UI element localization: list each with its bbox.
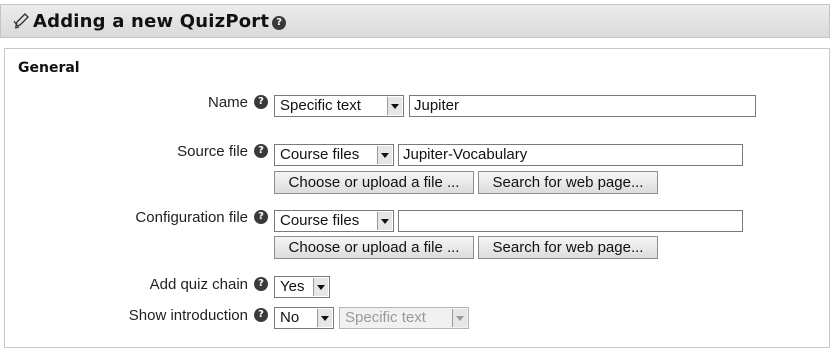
name-label-row: Name? (208, 94, 268, 111)
config-file-input[interactable] (398, 210, 743, 232)
page-title: Adding a new QuizPort (33, 10, 270, 32)
page-header: Adding a new QuizPort ? (0, 4, 830, 38)
show-intro-source-select: Specific text (339, 307, 469, 329)
section-legend[interactable]: General (18, 60, 80, 76)
help-icon[interactable]: ? (254, 94, 268, 109)
config-search-web-button[interactable]: Search for web page... (478, 236, 658, 259)
chevron-down-icon (452, 309, 467, 327)
config-file-label: Configuration file (135, 209, 248, 226)
show-intro-select-value: No (280, 309, 300, 326)
chevron-down-icon[interactable] (387, 97, 402, 115)
help-icon[interactable]: ? (254, 143, 268, 158)
source-file-location-select[interactable]: Course files (274, 144, 394, 166)
source-file-location-value: Course files (280, 146, 360, 163)
help-icon[interactable]: ? (254, 209, 268, 224)
edit-pencil-icon (13, 13, 29, 29)
show-intro-select[interactable]: No (274, 307, 334, 329)
help-icon[interactable]: ? (254, 276, 268, 291)
help-icon[interactable]: ? (272, 15, 287, 30)
chevron-down-icon[interactable] (313, 278, 328, 296)
config-choose-upload-button[interactable]: Choose or upload a file ... (274, 236, 474, 259)
show-intro-label-row: Show introduction? (129, 307, 268, 324)
chevron-down-icon[interactable] (377, 146, 392, 164)
general-fieldset (4, 48, 830, 348)
source-file-input[interactable]: Jupiter-Vocabulary (398, 144, 743, 166)
show-intro-label: Show introduction (128, 307, 248, 324)
name-label: Name (207, 94, 248, 111)
source-file-label: Source file (177, 143, 248, 160)
source-choose-upload-button[interactable]: Choose or upload a file ... (274, 171, 474, 194)
config-file-label-row: Configuration file? (135, 209, 268, 226)
source-search-web-button[interactable]: Search for web page... (478, 171, 658, 194)
quiz-chain-select[interactable]: Yes (274, 276, 330, 298)
help-icon[interactable]: ? (254, 307, 268, 322)
quiz-chain-select-value: Yes (280, 278, 305, 295)
quiz-chain-label-row: Add quiz chain? (150, 276, 268, 293)
name-source-select-value: Specific text (280, 97, 361, 114)
chevron-down-icon[interactable] (377, 212, 392, 230)
config-file-location-value: Course files (280, 212, 360, 229)
quiz-chain-label: Add quiz chain (149, 276, 248, 293)
config-file-location-select[interactable]: Course files (274, 210, 394, 232)
chevron-down-icon[interactable] (317, 309, 332, 327)
source-file-label-row: Source file? (177, 143, 268, 160)
name-input[interactable]: Jupiter (409, 95, 756, 117)
show-intro-source-select-value: Specific text (345, 309, 426, 326)
name-source-select[interactable]: Specific text (274, 95, 404, 117)
